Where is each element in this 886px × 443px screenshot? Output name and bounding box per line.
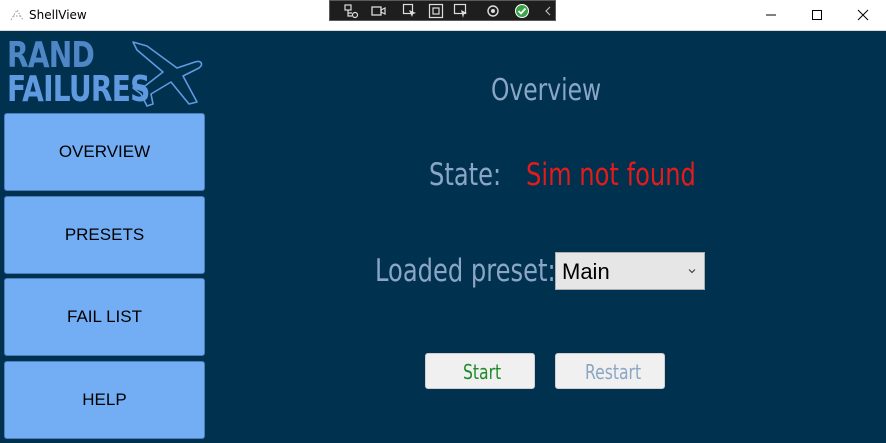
maximize-button[interactable] [794, 0, 840, 30]
close-icon [857, 9, 869, 21]
select-element-icon[interactable] [402, 3, 418, 19]
state-label: State: [429, 157, 502, 193]
sidebar-item-label: HELP [82, 390, 127, 409]
sidebar-item-label: OVERVIEW [58, 142, 151, 161]
sidebar-item-overview[interactable]: OVERVIEW [4, 113, 205, 191]
title-bar: ShellView [0, 0, 886, 31]
sidebar-item-presets[interactable]: PRESETS [4, 196, 205, 274]
window-title: ShellView [29, 8, 87, 22]
app-icon [10, 9, 24, 21]
restart-button[interactable]: Restart [555, 353, 665, 389]
binding-check-icon[interactable] [514, 3, 530, 19]
track-focused-element-icon[interactable] [453, 3, 469, 19]
preset-dropdown[interactable]: Main [555, 252, 705, 290]
shell-window: ShellView RAND FAILURES OVERVIEW PRESETS… [0, 0, 886, 443]
plane-icon [132, 41, 203, 107]
logo: RAND FAILURES [5, 38, 205, 110]
chevron-down-icon [688, 269, 696, 274]
close-button[interactable] [840, 0, 886, 30]
maximize-icon [812, 10, 822, 20]
start-button-label: Start [463, 360, 502, 384]
page-title: Overview [491, 73, 602, 108]
restart-button-label: Restart [585, 360, 642, 384]
sidebar-item-label: FAIL LIST [67, 307, 142, 326]
sidebar-item-help[interactable]: HELP [4, 361, 205, 439]
sidebar-item-label: PRESETS [64, 225, 145, 244]
hot-reload-icon[interactable] [485, 3, 501, 19]
start-button[interactable]: Start [425, 353, 535, 389]
preset-dropdown-value: Main [562, 259, 610, 284]
minimize-button[interactable] [748, 0, 794, 30]
collapse-toolbar-icon[interactable] [540, 3, 556, 19]
debug-toolbar [329, 0, 556, 21]
live-visual-tree-icon[interactable] [343, 3, 359, 19]
loaded-preset-label: Loaded preset: [375, 253, 556, 289]
record-icon[interactable] [370, 3, 386, 19]
state-value: Sim not found [526, 157, 696, 193]
display-layout-adorners-icon[interactable] [428, 3, 444, 19]
minimize-icon [766, 14, 776, 16]
sidebar-item-fail-list[interactable]: FAIL LIST [4, 278, 205, 356]
